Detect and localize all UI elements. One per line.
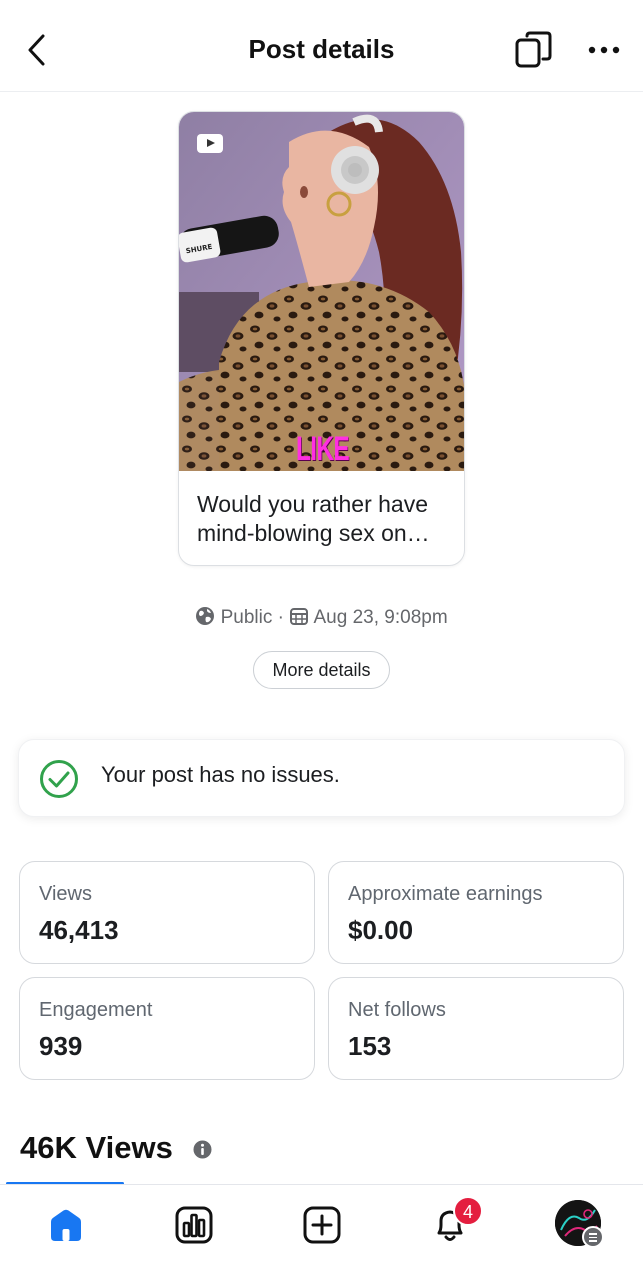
more-details-button[interactable]: More details bbox=[253, 651, 390, 689]
views-heading: 46K Views bbox=[20, 1130, 173, 1165]
meta-separator: · bbox=[277, 607, 284, 628]
stat-label: Views bbox=[39, 883, 92, 905]
stat-label: Approximate earnings bbox=[348, 883, 543, 905]
nav-home[interactable] bbox=[44, 1203, 88, 1247]
visibility-label: Public bbox=[220, 607, 273, 628]
stat-card-views[interactable]: Views 46,413 bbox=[19, 861, 315, 964]
account-menu-icon[interactable] bbox=[582, 1226, 604, 1248]
stat-label: Engagement bbox=[39, 999, 153, 1021]
stat-value: 46,413 bbox=[39, 915, 119, 945]
thumbnail-caption: LIKE bbox=[296, 430, 350, 468]
check-circle-icon bbox=[40, 760, 78, 798]
more-options-button[interactable] bbox=[585, 30, 625, 70]
post-thumbnail[interactable]: SHURE LIKE bbox=[179, 112, 464, 471]
insights-icon bbox=[175, 1206, 213, 1244]
calendar-icon bbox=[289, 606, 309, 632]
stat-card-earnings[interactable]: Approximate earnings $0.00 bbox=[328, 861, 624, 964]
nav-create[interactable] bbox=[300, 1203, 344, 1247]
stat-value: $0.00 bbox=[348, 915, 414, 945]
header: Post details bbox=[0, 0, 643, 92]
status-message: Your post has no issues. bbox=[101, 762, 340, 787]
post-date: Aug 23, 9:08pm bbox=[313, 607, 448, 628]
nav-insights[interactable] bbox=[172, 1203, 216, 1247]
post-meta: Public · Aug 23, 9:08pm bbox=[0, 606, 643, 632]
notification-badge: 4 bbox=[453, 1196, 483, 1226]
post-status-card: Your post has no issues. bbox=[18, 739, 625, 817]
stat-value: 153 bbox=[348, 1031, 392, 1061]
post-text: Would you rather have mind-blowing sex o… bbox=[197, 491, 430, 546]
post-preview-card[interactable]: SHURE LIKE Would you rather have mind-bl… bbox=[178, 111, 465, 566]
create-icon bbox=[303, 1206, 341, 1244]
stat-label: Net follows bbox=[348, 999, 446, 1021]
info-icon[interactable] bbox=[193, 1140, 212, 1159]
globe-icon bbox=[195, 606, 215, 632]
home-icon bbox=[51, 1209, 81, 1241]
copy-icon bbox=[515, 31, 552, 68]
video-thumbnail-image: SHURE bbox=[179, 112, 464, 471]
stat-card-engagement[interactable]: Engagement 939 bbox=[19, 977, 315, 1080]
copy-button[interactable] bbox=[513, 30, 555, 72]
video-icon bbox=[197, 134, 223, 153]
stat-card-net-follows[interactable]: Net follows 153 bbox=[328, 977, 624, 1080]
more-horizontal-icon bbox=[588, 46, 620, 54]
bottom-nav bbox=[0, 1184, 643, 1280]
stat-value: 939 bbox=[39, 1031, 83, 1061]
